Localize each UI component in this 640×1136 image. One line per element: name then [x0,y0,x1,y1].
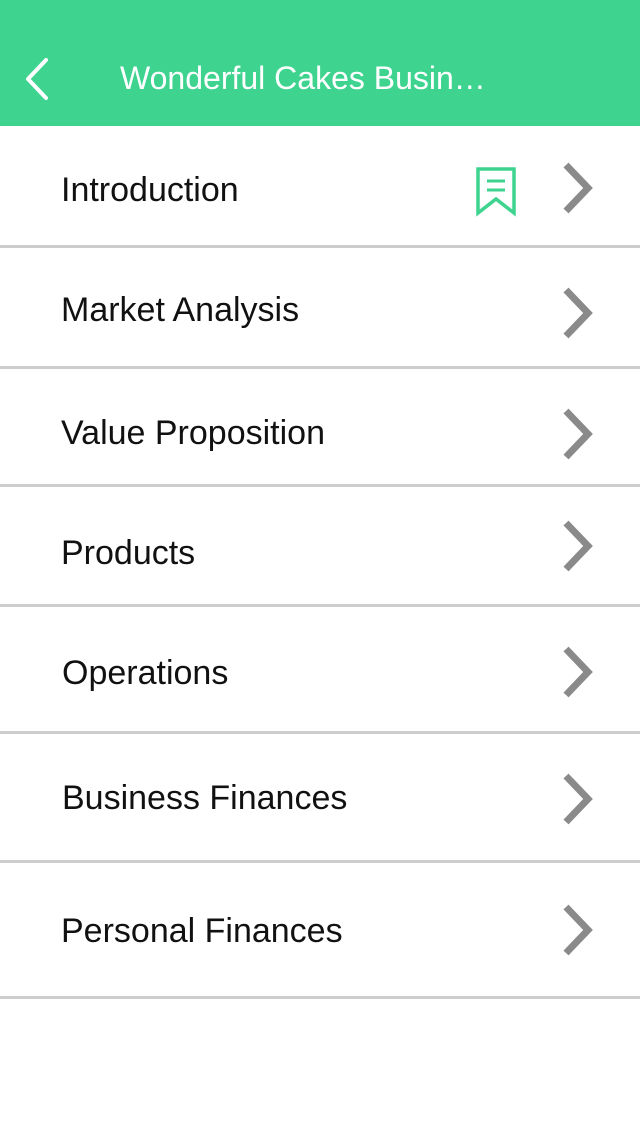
list-item-label: Business Finances [62,779,348,817]
chevron-right-icon [560,903,594,957]
app-screen: Wonderful Cakes Busin… Introduction Mark… [0,0,640,1136]
list-item-products[interactable]: Products [0,487,640,607]
list-item-value-proposition[interactable]: Value Proposition [0,369,640,487]
chevron-right-icon [560,772,594,826]
list-item-operations[interactable]: Operations [0,607,640,734]
bookmark-icon [476,167,516,217]
back-button[interactable] [14,48,64,108]
chevron-right-icon [560,519,594,573]
list-item-label: Personal Finances [61,912,343,950]
chevron-right-icon [560,407,594,461]
list-item-label: Products [61,534,196,572]
list-item-label: Value Proposition [61,414,325,452]
list-item-label: Market Analysis [61,291,300,329]
chevron-left-icon [26,58,48,100]
list-item-introduction[interactable]: Introduction [0,126,640,248]
list-item-label: Introduction [61,171,239,209]
list-item-business-finances[interactable]: Business Finances [0,734,640,863]
list-item-market-analysis[interactable]: Market Analysis [0,248,640,369]
chevron-right-icon [560,645,594,699]
list-item-label: Operations [62,654,229,692]
page-title: Wonderful Cakes Busin… [120,60,486,96]
list-item-personal-finances[interactable]: Personal Finances [0,863,640,999]
chevron-right-icon [560,161,594,215]
chevron-right-icon [560,286,594,340]
navigation-bar: Wonderful Cakes Busin… [0,0,640,126]
section-list: Introduction Market Analysis Value Propo… [0,126,640,999]
bookmark-button[interactable] [474,166,518,218]
